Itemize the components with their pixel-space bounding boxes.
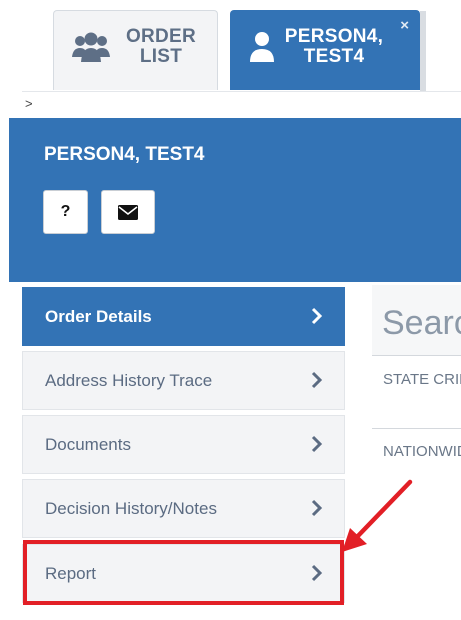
- tab-order-list[interactable]: ORDER LIST: [53, 10, 218, 90]
- menu-item-order-details[interactable]: Order Details: [22, 287, 345, 346]
- search-title-clip: Search: [372, 300, 461, 350]
- page-title: PERSON4, TEST4: [44, 144, 205, 165]
- chevron-right-icon: [311, 307, 323, 325]
- chevron-right-icon: [311, 499, 323, 517]
- search-title: Search: [382, 304, 461, 342]
- menu-item-address-history-trace[interactable]: Address History Trace: [22, 351, 345, 410]
- annotation-arrow-icon: [342, 479, 413, 552]
- menu-item-label: Documents: [45, 434, 131, 454]
- annotation-highlight-box: [23, 540, 344, 605]
- row-clip: STATE CRIMINAL: [372, 368, 461, 392]
- divider: [372, 428, 461, 429]
- list-item: STATE CRIMINAL: [383, 371, 461, 388]
- tab-person[interactable]: PERSON4, TEST4 ×: [230, 10, 426, 91]
- envelope-icon: [118, 204, 138, 220]
- chevron-right-icon: [311, 435, 323, 453]
- list-item: NATIONWIDE: [383, 443, 461, 460]
- menu-item-label: Order Details: [45, 306, 152, 326]
- tab-order-list-label: ORDER LIST: [125, 26, 197, 67]
- person-header: PERSON4, TEST4 ?: [9, 118, 461, 282]
- menu-item-label: Address History Trace: [45, 370, 213, 390]
- help-button[interactable]: ?: [43, 190, 88, 234]
- menu-item-documents[interactable]: Documents: [22, 415, 345, 474]
- divider: [372, 355, 461, 356]
- menu-item-label: Decision History/Notes: [45, 498, 217, 518]
- close-icon[interactable]: ×: [400, 17, 409, 34]
- menu-item-decision-history-notes[interactable]: Decision History/Notes: [22, 479, 345, 538]
- row-clip: NATIONWIDE: [372, 440, 461, 464]
- tab-person-label: PERSON4, TEST4: [284, 26, 384, 67]
- breadcrumb-arrow[interactable]: >: [25, 96, 33, 111]
- chevron-right-icon: [311, 371, 323, 389]
- users-icon: [72, 32, 110, 62]
- user-icon: [250, 32, 274, 62]
- breadcrumb: >: [22, 91, 461, 116]
- email-button[interactable]: [101, 190, 155, 234]
